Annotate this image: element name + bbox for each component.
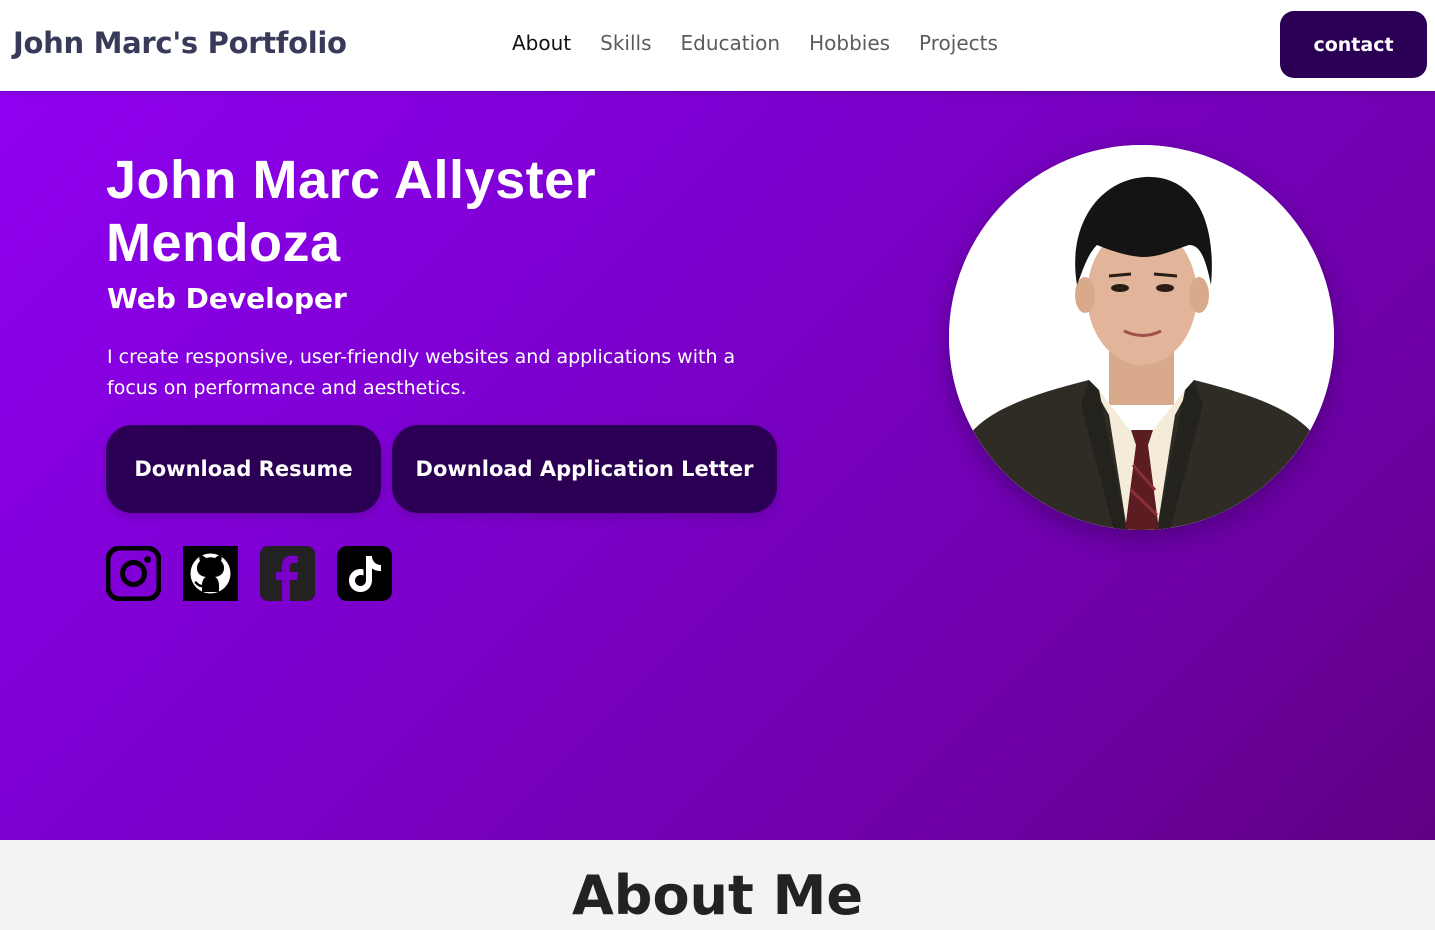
nav-link-skills[interactable]: Skills: [600, 31, 651, 55]
github-icon[interactable]: [183, 546, 238, 601]
brand-title[interactable]: John Marc's Portfolio: [13, 26, 347, 60]
nav-link-hobbies[interactable]: Hobbies: [809, 31, 890, 55]
hero-role: Web Developer: [107, 282, 347, 315]
navbar: John Marc's Portfolio About Skills Educa…: [0, 0, 1435, 91]
social-links: [106, 546, 392, 601]
hero-description: I create responsive, user-friendly websi…: [107, 346, 736, 399]
facebook-icon[interactable]: [260, 546, 315, 601]
profile-photo: [949, 145, 1334, 530]
nav-link-projects[interactable]: Projects: [919, 31, 998, 55]
hero-section: John Marc Allyster Mendoza Web Developer…: [0, 91, 1435, 840]
about-title: About Me: [572, 864, 863, 927]
nav-links: About Skills Education Hobbies Projects: [512, 31, 998, 55]
download-resume-button[interactable]: Download Resume: [106, 425, 381, 513]
nav-link-education[interactable]: Education: [681, 31, 781, 55]
contact-button[interactable]: contact: [1280, 11, 1427, 78]
about-section: About Me: [0, 840, 1435, 930]
nav-link-about[interactable]: About: [512, 31, 571, 55]
download-application-letter-button[interactable]: Download Application Letter: [392, 425, 777, 513]
instagram-icon[interactable]: [106, 546, 161, 601]
hero-name: John Marc Allyster Mendoza: [106, 150, 597, 273]
tiktok-icon[interactable]: [337, 546, 392, 601]
